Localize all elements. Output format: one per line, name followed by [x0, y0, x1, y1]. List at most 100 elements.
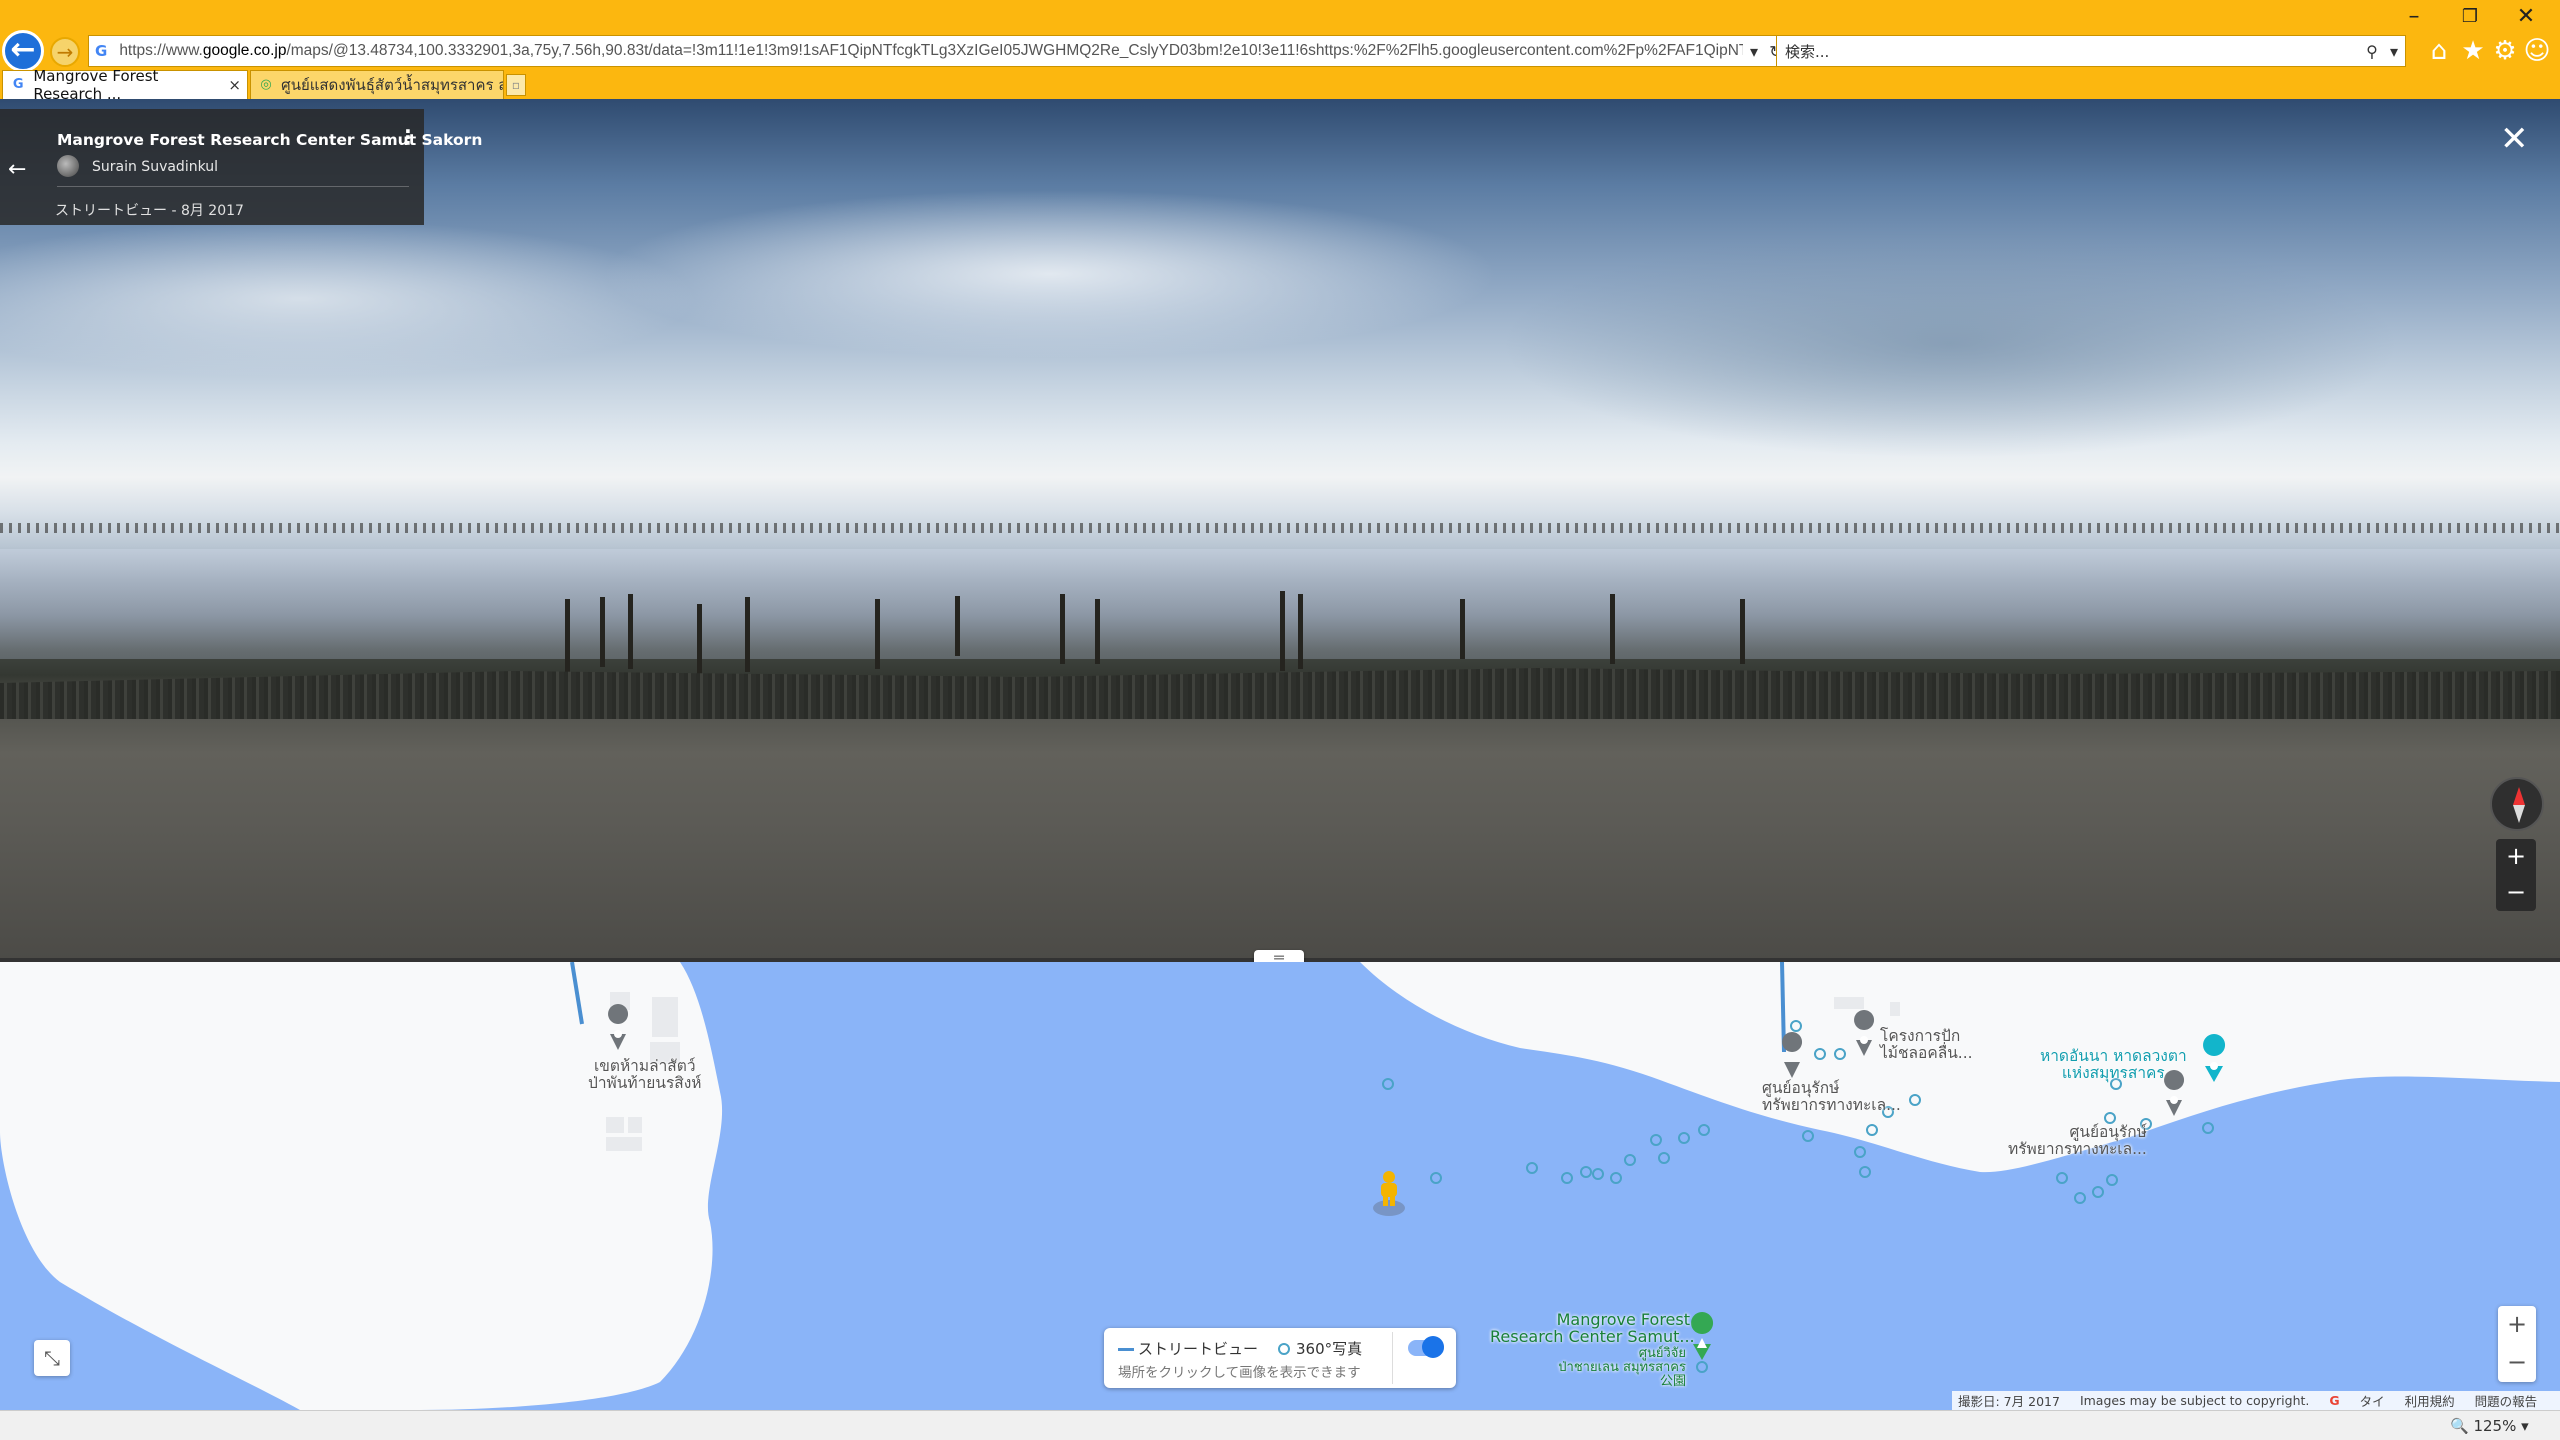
copyright-notice: Images may be subject to copyright. — [2079, 1393, 2310, 1408]
street-view-info-card: ← Mangrove Forest Research Center Samut … — [0, 109, 482, 225]
google-favicon-icon: G — [95, 42, 108, 60]
label-line: Research Center Samut... — [1490, 1327, 1695, 1346]
photo360-dot-icon — [1278, 1343, 1290, 1355]
author-name[interactable]: Surain Suvadinkul — [92, 159, 218, 175]
legend-separator — [1392, 1332, 1393, 1384]
label-line: โครงการปัก — [1880, 1027, 1961, 1045]
back-button[interactable]: ← — [2, 30, 44, 72]
map-label-wave-breaker-project[interactable]: โครงการปัก ไม้ชลอคลื่น... — [1880, 1028, 1973, 1062]
cloud-right — [1500, 229, 2400, 459]
terms-link[interactable]: 利用規約 — [2405, 1391, 2455, 1410]
tab-label: ศูนย์แสดงพันธุ์สัตว์น้ำสมุทรสาคร สมุ... — [281, 76, 503, 94]
label-line: 公園 — [1659, 1374, 1686, 1389]
title-bar: – ❐ ✕ — [0, 0, 2560, 34]
map-label-beach[interactable]: หาดอันนา หาดลวงตา แห่งสมุทรสาคร — [2040, 1048, 2187, 1082]
new-tab-button[interactable]: ▫ — [506, 74, 526, 96]
pegman-icon[interactable] — [1372, 1170, 1406, 1218]
bamboo-pole — [697, 604, 702, 684]
restore-icon[interactable]: ❐ — [2450, 2, 2490, 32]
label-line: หาดอันนา หาดลวงตา — [2040, 1047, 2187, 1065]
map-zoom-control: + − — [2498, 1306, 2536, 1382]
collapse-map-icon[interactable]: ⤡ — [34, 1340, 70, 1376]
toggle-knob[interactable] — [1422, 1336, 1444, 1358]
url-path: /maps/@13.48734,100.3332901,3a,75y,7.56h… — [286, 42, 1743, 59]
map-label-marine-conservation-center[interactable]: ศูนย์อนุรักษ์ ทรัพยากรทางทะเล... — [1762, 1080, 1901, 1114]
google-tab-icon: G — [12, 77, 24, 92]
map-label-research-park[interactable]: ศูนย์วิจัย ป่าชายเลน สมุทรสาคร 公園 — [1556, 1347, 1686, 1389]
label-line: ป่าพันท้ายนรสิงห์ — [588, 1074, 702, 1092]
street-view-panorama[interactable]: ← Mangrove Forest Research Center Samut … — [0, 99, 2560, 959]
tab-aquarium[interactable]: ◎ ศูนย์แสดงพันธุ์สัตว์น้ำสมุทรสาคร สมุ..… — [250, 70, 504, 99]
settings-gear-icon[interactable]: ⚙ — [2490, 36, 2520, 66]
favorites-star-icon[interactable]: ★ — [2458, 36, 2488, 66]
back-arrow-icon[interactable]: ← — [8, 157, 26, 182]
maps-tab-icon: ◎ — [260, 77, 272, 92]
home-icon[interactable]: ⌂ — [2424, 36, 2454, 66]
bamboo-pole — [745, 597, 750, 672]
tab-label: Mangrove Forest Research ... — [33, 67, 159, 103]
bamboo-pole — [565, 599, 570, 679]
legend-360-label: 360°写真 — [1296, 1340, 1363, 1358]
report-problem-link[interactable]: 問題の報告 — [2475, 1391, 2538, 1410]
bamboo-pole — [1460, 599, 1465, 659]
legend-streetview-label: ストリートビュー — [1138, 1340, 1259, 1358]
close-street-view-icon[interactable]: ✕ — [2500, 119, 2529, 159]
bamboo-pole — [1610, 594, 1615, 664]
bamboo-pole — [1740, 599, 1745, 664]
author-avatar[interactable] — [57, 155, 79, 177]
zoom-level-value: 125% — [2473, 1417, 2517, 1435]
label-line: ศูนย์อนุรักษ์ — [2069, 1123, 2147, 1141]
label-line: ศูนย์อนุรักษ์ — [1762, 1079, 1840, 1097]
search-box[interactable]: 検索... ⚲ ▾ — [1776, 35, 2406, 67]
tab-strip: G Mangrove Forest Research ... × ◎ ศูนย์… — [0, 67, 2560, 103]
label-line: เขตห้ามล่าสัตว์ — [594, 1057, 696, 1075]
zoom-level-indicator[interactable]: 🔍 125% ▾ — [2450, 1417, 2529, 1435]
search-icon[interactable]: ⚲ — [2361, 42, 2383, 61]
compass-needle-north — [2513, 787, 2525, 805]
label-line: ป่าชายเลน สมุทรสาคร — [1558, 1360, 1686, 1375]
divider — [57, 186, 409, 187]
bamboo-pole — [1095, 599, 1100, 664]
map-label-marine-conservation-center-2[interactable]: ศูนย์อนุรักษ์ ทรัพยากรทางทะเล... — [2008, 1124, 2147, 1158]
zoom-in-button[interactable]: + — [2496, 839, 2536, 875]
street-view-zoom-control: + − — [2496, 839, 2536, 911]
map-label-mangrove-research-center[interactable]: Mangrove Forest Research Center Samut... — [1490, 1310, 1695, 1346]
map-footer: 撮影日: 7月 2017 Images may be subject to co… — [1952, 1391, 2560, 1410]
label-line: ไม้ชลอคลื่น... — [1880, 1044, 1973, 1062]
streetview-line-icon — [1118, 1348, 1134, 1351]
zoom-out-button[interactable]: − — [2496, 875, 2536, 911]
country-label[interactable]: タイ — [2360, 1391, 2385, 1410]
google-logo-icon: G — [2329, 1393, 2340, 1408]
bamboo-pole — [955, 596, 960, 656]
map-zoom-out-button[interactable]: − — [2498, 1344, 2536, 1382]
bamboo-pole — [1280, 591, 1285, 671]
minimize-icon[interactable]: – — [2394, 2, 2434, 32]
label-line: แห่งสมุทรสาคร — [2061, 1064, 2165, 1082]
dropdown-icon[interactable]: ▾ — [1743, 42, 1765, 61]
place-title[interactable]: Mangrove Forest Research Center Samut Sa… — [57, 131, 482, 149]
url-host: google.co.jp — [202, 42, 287, 59]
tab-mangrove[interactable]: G Mangrove Forest Research ... × — [2, 67, 248, 103]
legend-hint: 場所をクリックして画像を表示できます — [1118, 1365, 1361, 1381]
url-prefix: https://www. — [119, 42, 203, 59]
map-label-wildlife-sanctuary[interactable]: เขตห้ามล่าสัตว์ ป่าพันท้ายนรสิงห์ — [588, 1058, 702, 1092]
label-line: Mangrove Forest — [1556, 1310, 1690, 1329]
address-bar[interactable]: G https://www.google.co.jp/maps/@13.4873… — [88, 35, 1788, 67]
close-window-icon[interactable]: ✕ — [2506, 2, 2546, 32]
compass-needle-south — [2513, 805, 2525, 823]
map-legend: ストリートビュー 360°写真 場所をクリックして画像を表示できます — [1104, 1328, 1456, 1388]
cloud-center — [600, 189, 1500, 359]
browser-status-bar: 🔍 125% ▾ — [0, 1410, 2560, 1440]
map-zoom-in-button[interactable]: + — [2498, 1306, 2536, 1344]
search-dropdown-icon[interactable]: ▾ — [2383, 42, 2405, 61]
label-line: ศูนย์วิจัย — [1638, 1346, 1686, 1361]
label-line: ทรัพยากรทางทะเล... — [1762, 1096, 1901, 1114]
smiley-feedback-icon[interactable]: ☺ — [2522, 36, 2552, 66]
compass-icon[interactable] — [2490, 777, 2544, 831]
search-placeholder: 検索... — [1785, 42, 1830, 61]
close-tab-icon[interactable]: × — [228, 76, 241, 94]
url-text[interactable]: https://www.google.co.jp/maps/@13.48734,… — [119, 42, 1743, 60]
forward-button[interactable]: → — [50, 37, 80, 67]
more-options-icon[interactable]: ⋮ — [398, 125, 418, 149]
capture-date-footer: 撮影日: 7月 2017 — [1958, 1394, 2060, 1409]
